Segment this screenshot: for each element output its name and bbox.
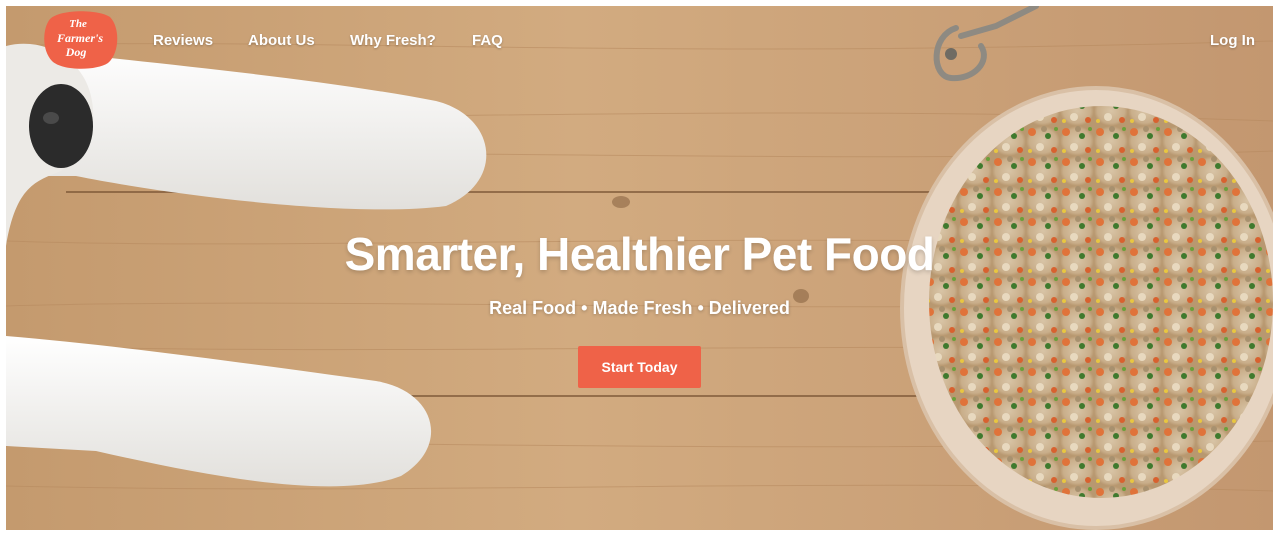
- svg-text:Farmer's: Farmer's: [56, 31, 103, 45]
- start-today-button[interactable]: Start Today: [577, 346, 702, 388]
- hero-subheadline: Real Food • Made Fresh • Delivered: [489, 298, 790, 318]
- nav-link-about-us[interactable]: About Us: [248, 32, 315, 49]
- nav-link-why-fresh[interactable]: Why Fresh?: [350, 32, 436, 49]
- login-link[interactable]: Log In: [1210, 32, 1255, 49]
- svg-text:Dog: Dog: [65, 45, 87, 59]
- nav-link-faq[interactable]: FAQ: [472, 32, 503, 49]
- hero-headline: Smarter, Healthier Pet Food: [344, 228, 935, 280]
- top-navigation: The Farmer's Dog Reviews About Us Why Fr…: [6, 6, 1273, 78]
- svg-text:The: The: [69, 18, 87, 30]
- hero-content: Smarter, Healthier Pet Food Real Food • …: [6, 224, 1273, 388]
- nav-link-reviews[interactable]: Reviews: [153, 32, 213, 49]
- brand-logo[interactable]: The Farmer's Dog: [42, 9, 118, 69]
- page-frame: The Farmer's Dog Reviews About Us Why Fr…: [6, 6, 1273, 530]
